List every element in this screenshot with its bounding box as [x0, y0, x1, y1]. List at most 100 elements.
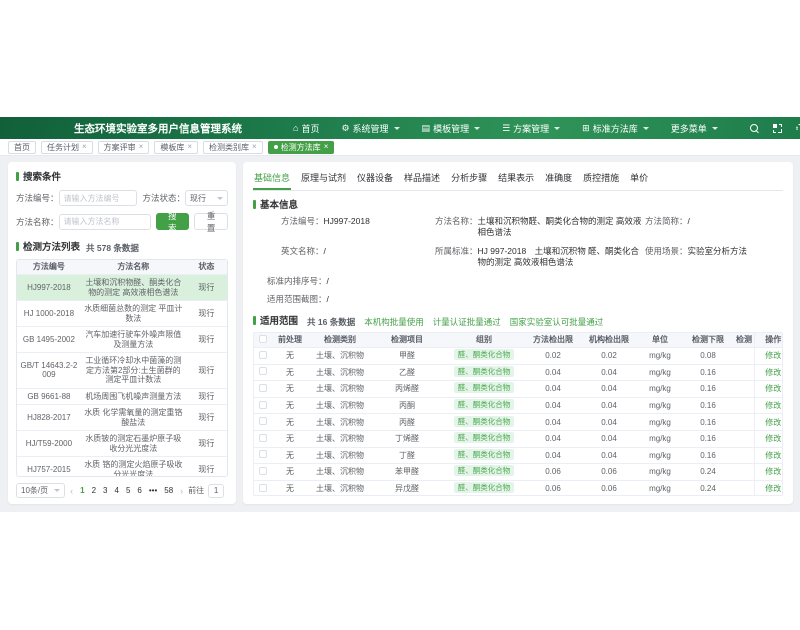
- detail-tab-3[interactable]: 样品描述: [403, 168, 441, 190]
- detail-tab-0[interactable]: 基础信息: [253, 168, 291, 190]
- detail-tab-5[interactable]: 结果表示: [497, 168, 535, 190]
- nav-item-2[interactable]: ▤模板管理: [422, 122, 481, 135]
- tab-label: 首页: [14, 142, 30, 153]
- lower-limit-cell: 0.08: [682, 348, 734, 365]
- basic-info-fields: 方法编号： HJ997-2018 方法名称： 土壤和沉积物醛、酮类化合物的测定 …: [253, 216, 783, 311]
- nav-item-0[interactable]: ⌂首页: [293, 122, 319, 135]
- col-method-code: 方法编号: [17, 260, 81, 275]
- method-list-row[interactable]: HJ828-2017 水质 化学需氧量的测定重铬酸盐法 现行: [17, 405, 227, 431]
- col-lower-limit: 检测下限: [682, 333, 734, 348]
- next-page-button[interactable]: ›: [179, 486, 184, 496]
- font-size-icon[interactable]: ₜT: [796, 123, 800, 134]
- batch-use-link[interactable]: 本机构批量使用: [364, 316, 424, 328]
- detail-tab-6[interactable]: 准确度: [544, 168, 573, 190]
- open-tab-3[interactable]: 模板库×: [154, 141, 198, 154]
- method-list-row[interactable]: HJ/T59-2000 水质铍的测定石墨炉原子吸收分光光度法 现行: [17, 431, 227, 457]
- org-dl-cell: 0.06: [580, 480, 638, 496]
- nav-item-5[interactable]: 更多菜单: [671, 122, 718, 135]
- select-all-checkbox[interactable]: [259, 335, 267, 343]
- group-badge: 醛、酮类化合物: [454, 449, 515, 460]
- row-checkbox[interactable]: [259, 484, 267, 492]
- row-checkbox[interactable]: [259, 384, 267, 392]
- reset-button[interactable]: 重置: [194, 213, 228, 230]
- close-icon[interactable]: ×: [324, 143, 329, 151]
- row-checkbox[interactable]: [259, 367, 267, 375]
- nav-item-1[interactable]: ⚙系统管理: [341, 122, 399, 135]
- status-select[interactable]: 现行: [185, 190, 228, 206]
- row-checkbox[interactable]: [259, 401, 267, 409]
- edit-link[interactable]: 修改: [765, 401, 781, 410]
- unit-cell: mg/kg: [638, 348, 682, 365]
- goto-page-input[interactable]: [208, 484, 224, 498]
- page-number[interactable]: 2: [90, 486, 98, 495]
- close-icon[interactable]: ×: [82, 143, 87, 151]
- batch-certify-link[interactable]: 计量认证批量通过: [433, 316, 501, 328]
- search-icon[interactable]: [750, 124, 759, 133]
- page-size-select[interactable]: 10条/页: [16, 483, 65, 498]
- nav-item-4[interactable]: ⊞标准方法库: [582, 122, 649, 135]
- category-cell: 土壤、沉积物: [308, 364, 372, 381]
- open-tab-1[interactable]: 任务计划×: [41, 141, 93, 154]
- method-list-row[interactable]: GB 9661-88 机场周围飞机噪声测量方法 现行: [17, 388, 227, 405]
- edit-link[interactable]: 修改: [765, 418, 781, 427]
- item-cell: 丙醛: [372, 414, 442, 431]
- page-number[interactable]: •••: [147, 486, 159, 495]
- batch-accredit-link[interactable]: 国家实验室认可批量通过: [510, 316, 604, 328]
- page-number[interactable]: 58: [162, 486, 175, 495]
- edit-link[interactable]: 修改: [765, 434, 781, 443]
- pretreatment-cell: 无: [272, 348, 308, 365]
- page-number[interactable]: 3: [101, 486, 109, 495]
- edit-link[interactable]: 修改: [765, 368, 781, 377]
- method-code-cell: HJ997-2018: [17, 275, 81, 301]
- detect-cell: [734, 414, 754, 431]
- method-list-row[interactable]: HJ997-2018 土壤和沉积物醛、酮类化合物的测定 高效液相色谱法 现行: [17, 275, 227, 301]
- edit-link[interactable]: 修改: [765, 351, 781, 360]
- row-checkbox[interactable]: [259, 467, 267, 475]
- open-tab-4[interactable]: 检测类别库×: [203, 141, 263, 154]
- close-icon[interactable]: ×: [252, 143, 257, 151]
- detail-tab-1[interactable]: 原理与试剂: [300, 168, 347, 190]
- col-group: 组别: [442, 333, 526, 348]
- open-tab-0[interactable]: 首页: [8, 141, 36, 154]
- method-no-input[interactable]: [59, 190, 137, 206]
- method-list-row[interactable]: HJ 1000-2018 水质细菌总数的测定 平皿计数法 现行: [17, 301, 227, 327]
- open-tab-5[interactable]: 检测方法库×: [268, 141, 335, 154]
- row-checkbox[interactable]: [259, 450, 267, 458]
- chevron-down-icon: [54, 489, 60, 492]
- page-number[interactable]: 1: [78, 486, 86, 495]
- edit-link[interactable]: 修改: [765, 451, 781, 460]
- edit-link[interactable]: 修改: [765, 384, 781, 393]
- page-number[interactable]: 6: [135, 486, 143, 495]
- row-checkbox[interactable]: [259, 434, 267, 442]
- row-checkbox[interactable]: [259, 417, 267, 425]
- open-tab-2[interactable]: 方案评审×: [98, 141, 150, 154]
- col-org-dl: 机构检出限: [580, 333, 638, 348]
- row-checkbox[interactable]: [259, 351, 267, 359]
- method-list-row[interactable]: GB/T 14643.2-2009 工业循环冷却水中菌藻的测定方法第2部分:土生…: [17, 353, 227, 389]
- method-list-row[interactable]: HJ757-2015 水质 铬的测定火焰原子吸收分光光度法 现行: [17, 457, 227, 478]
- app-title: 生态环境实验室多用户信息管理系统: [74, 121, 242, 136]
- category-cell: 土壤、沉积物: [308, 348, 372, 365]
- scope-table-header-row: 前处理 检测类别 检测项目 组别 方法检出限 机构检出限 单位 检测下限 检测 …: [254, 333, 783, 348]
- method-name-input[interactable]: [59, 214, 151, 230]
- detect-cell: [734, 430, 754, 447]
- close-icon[interactable]: ×: [187, 143, 192, 151]
- detail-tab-4[interactable]: 分析步骤: [450, 168, 488, 190]
- method-list-row[interactable]: GB 1495-2002 汽车加速行驶车外噪声限值及测量方法 现行: [17, 327, 227, 353]
- detail-tab-7[interactable]: 质控措施: [582, 168, 620, 190]
- chevron-down-icon: [217, 197, 223, 200]
- method-status-cell: 现行: [186, 275, 227, 301]
- scope-table-row: 无 土壤、沉积物 丙酮 醛、酮类化合物 0.04 0.04 mg/kg 0.16…: [254, 397, 783, 414]
- search-button[interactable]: 搜索: [156, 213, 190, 230]
- close-icon[interactable]: ×: [139, 143, 144, 151]
- page-number[interactable]: 5: [124, 486, 132, 495]
- detail-tab-2[interactable]: 仪器设备: [356, 168, 394, 190]
- prev-page-button[interactable]: ‹: [69, 486, 74, 496]
- fullscreen-icon[interactable]: [773, 124, 782, 133]
- lower-limit-cell: 0.16: [682, 447, 734, 464]
- page-number[interactable]: 4: [112, 486, 120, 495]
- nav-item-3[interactable]: ☰方案管理: [502, 122, 560, 135]
- edit-link[interactable]: 修改: [765, 467, 781, 476]
- detail-tab-8[interactable]: 单价: [629, 168, 649, 190]
- edit-link[interactable]: 修改: [765, 484, 781, 493]
